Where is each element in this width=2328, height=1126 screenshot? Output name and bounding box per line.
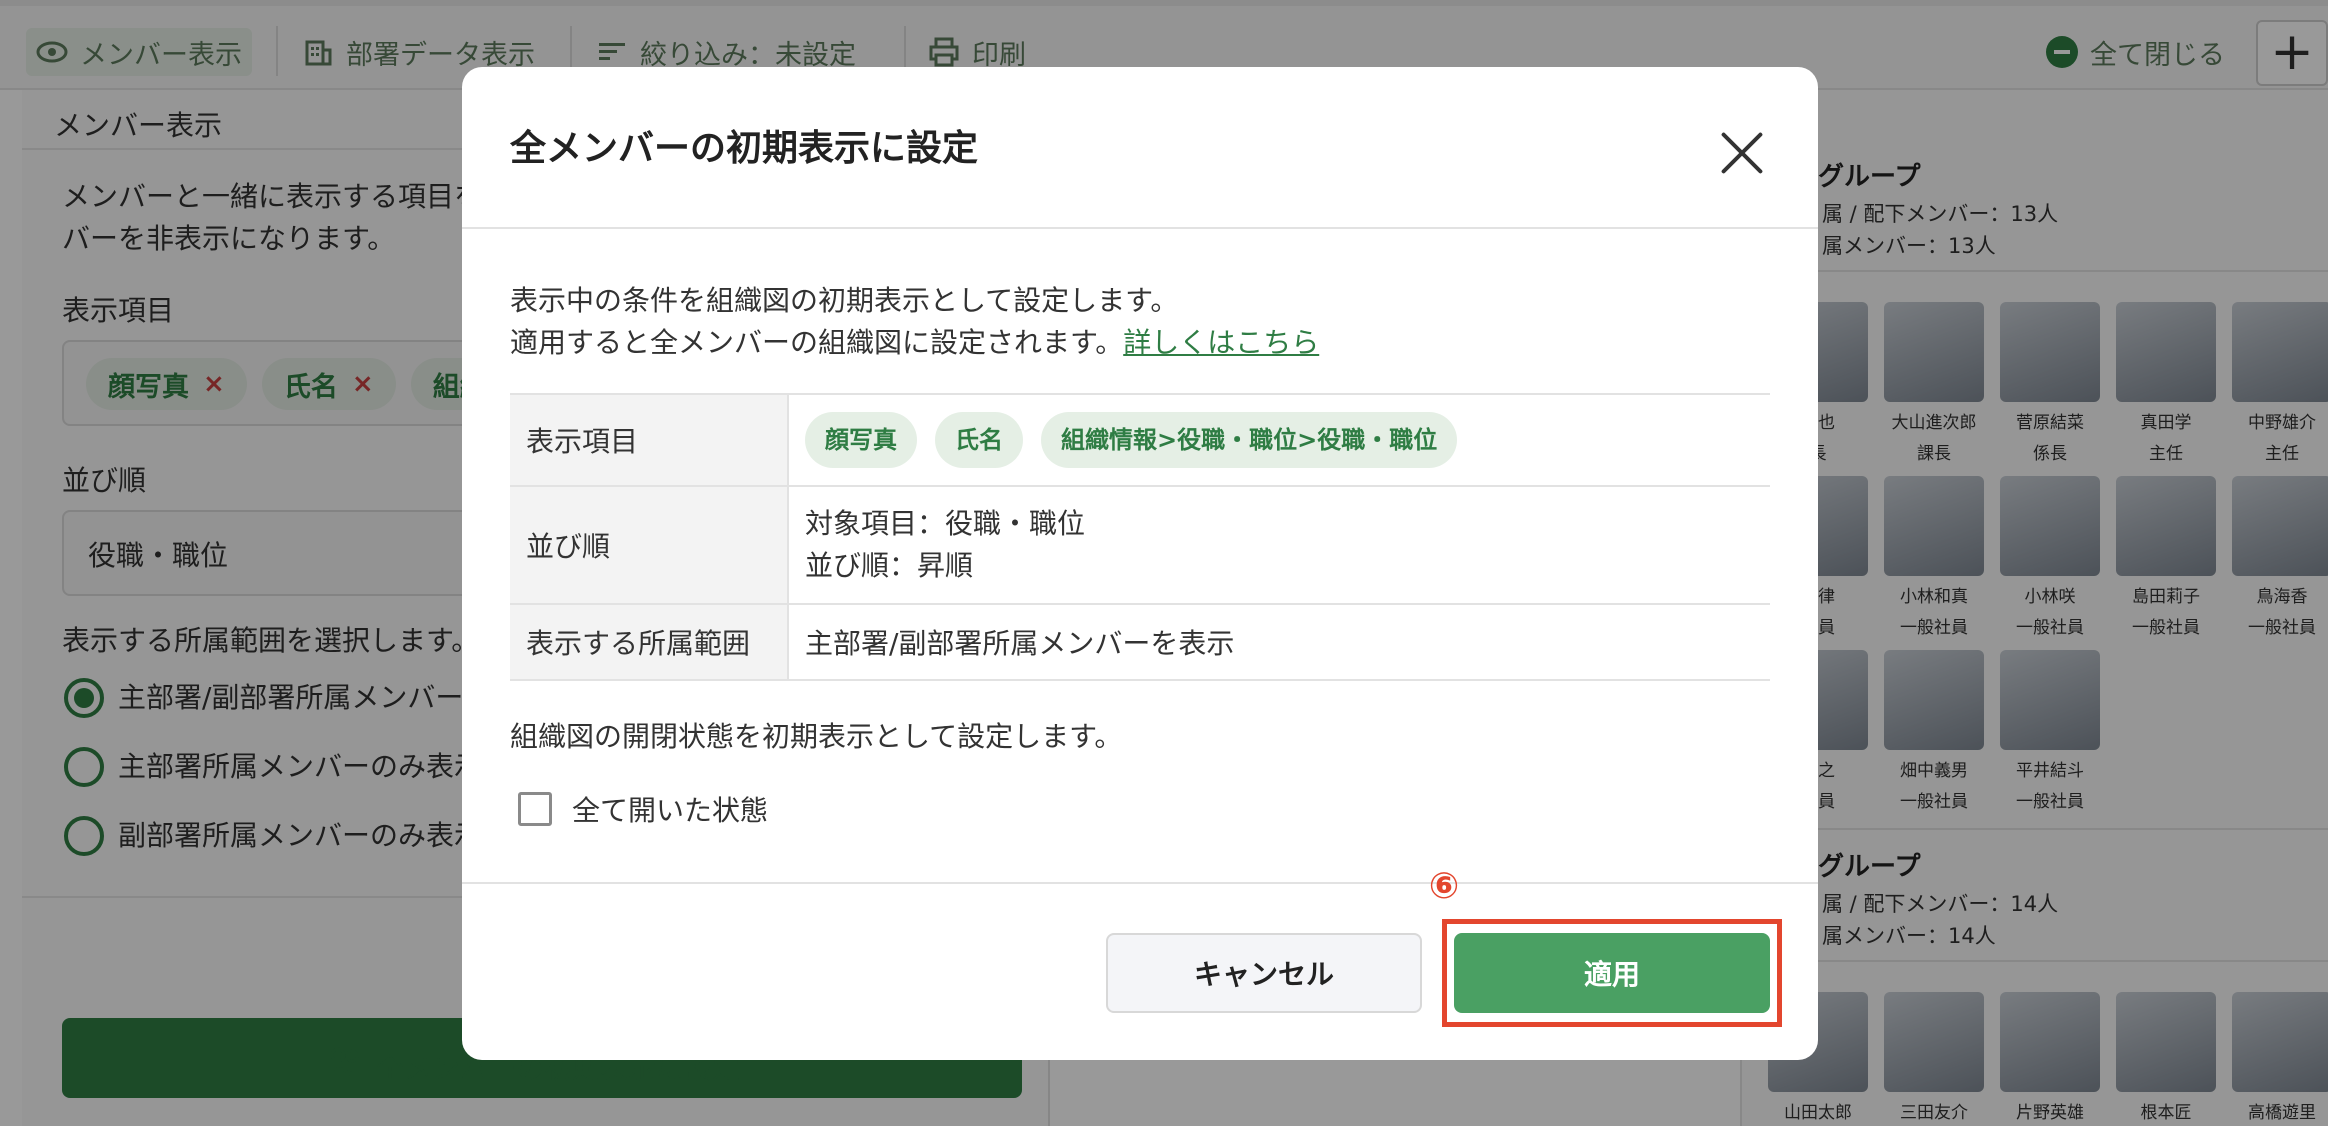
table-row: 並び順 対象項目：役職・職位 並び順：昇順 (510, 485, 1770, 605)
expand-all-checkbox[interactable] (518, 792, 552, 826)
cancel-button[interactable]: キャンセル (1106, 933, 1422, 1013)
table-row: 表示する所属範囲 主部署/副部署所属メンバーを表示 (510, 603, 1770, 681)
scope-header: 表示する所属範囲 (510, 603, 789, 681)
set-default-view-dialog: 全メンバーの初期表示に設定 表示中の条件を組織図の初期表示として設定します。 適… (462, 67, 1818, 1060)
dialog-header-divider (462, 227, 1818, 229)
settings-summary-table: 表示項目 顔写真 氏名 組織情報>役職・職位>役職・職位 並び順 対象項目：役職・職… (510, 393, 1770, 681)
chip-name: 氏名 (935, 412, 1023, 468)
sort-header: 並び順 (510, 485, 789, 605)
step-highlight-box (1442, 919, 1782, 1027)
open-state-description: 組織図の開閉状態を初期表示として設定します。 (510, 720, 1123, 753)
dialog-description-line1: 表示中の条件を組織図の初期表示として設定します。 (510, 284, 1179, 317)
chip-photo: 顔写真 (805, 412, 917, 468)
step-number-marker: ⑥ (1428, 866, 1460, 907)
scope-value: 主部署/副部署所属メンバーを表示 (788, 603, 1770, 681)
dialog-title: 全メンバーの初期表示に設定 (510, 128, 979, 169)
details-link[interactable]: 詳しくはこちら (1123, 326, 1319, 359)
close-icon[interactable] (1714, 125, 1770, 181)
chip-org-info: 組織情報>役職・職位>役職・職位 (1041, 412, 1458, 468)
dialog-description-line2: 適用すると全メンバーの組織図に設定されます。詳しくはこちら (510, 326, 1320, 359)
sort-value: 対象項目：役職・職位 並び順：昇順 (788, 485, 1770, 605)
expand-all-label: 全て開いた状態 (572, 794, 769, 827)
table-row: 表示項目 顔写真 氏名 組織情報>役職・職位>役職・職位 (510, 393, 1770, 487)
sort-target: 対象項目：役職・職位 (805, 507, 1086, 540)
sort-order: 並び順：昇順 (805, 549, 974, 582)
display-items-header: 表示項目 (510, 393, 789, 487)
expand-all-checkbox-row[interactable]: 全て開いた状態 (518, 789, 768, 829)
dialog-footer-divider (462, 882, 1818, 884)
display-items-value: 顔写真 氏名 組織情報>役職・職位>役職・職位 (788, 393, 1770, 487)
